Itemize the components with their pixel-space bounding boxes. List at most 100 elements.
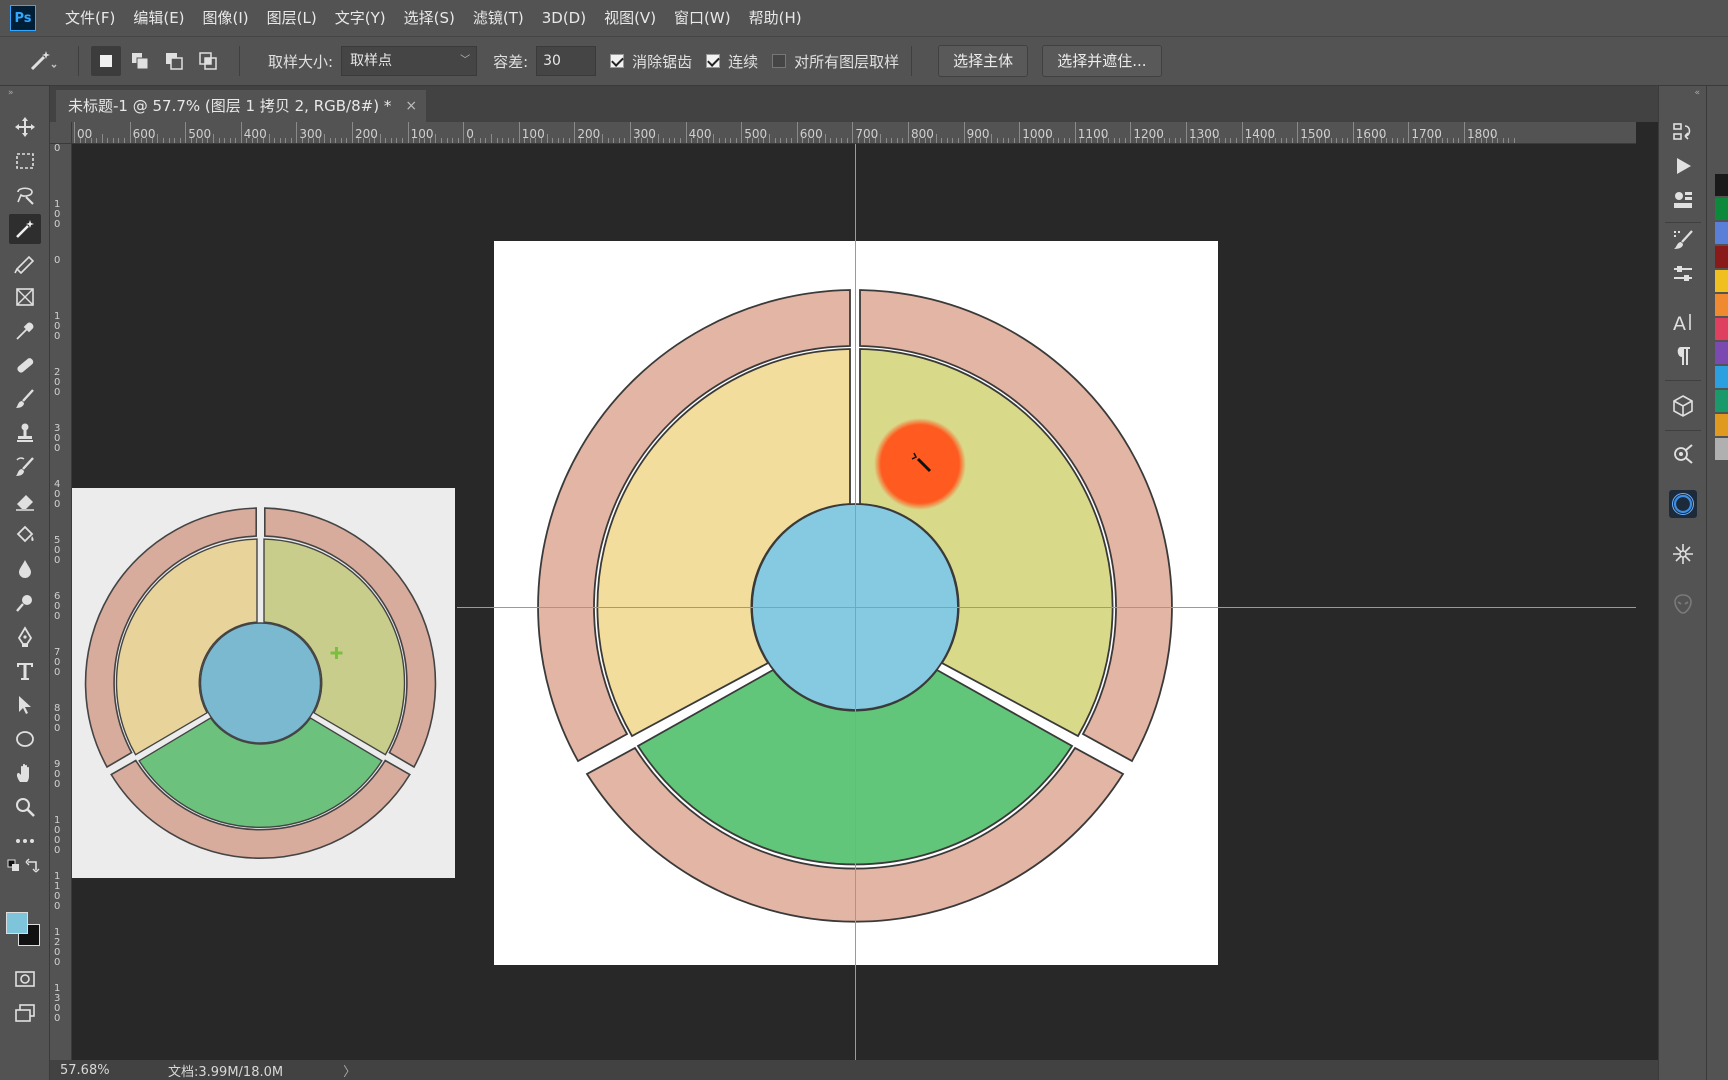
tool-preset-picker[interactable] [20, 41, 66, 81]
new-selection-button[interactable] [91, 46, 121, 76]
menu-help[interactable]: 帮助(H) [740, 0, 811, 36]
close-icon[interactable]: × [405, 90, 417, 122]
ruler-major-tick [685, 122, 687, 143]
zoom-value[interactable]: 57.68% [50, 1063, 120, 1078]
color-swatch[interactable] [1715, 246, 1728, 268]
libraries-panel-button[interactable] [1669, 186, 1697, 214]
default-colors-button[interactable] [6, 856, 44, 878]
anti-alias-label: 消除锯齿 [632, 52, 693, 71]
healing-brush-tool[interactable] [9, 350, 41, 380]
brushes-panel-button[interactable] [1669, 226, 1697, 254]
color-swatch[interactable] [1715, 390, 1728, 412]
screen-mode-button[interactable] [9, 998, 41, 1028]
tolerance-input[interactable]: 30 [536, 46, 597, 76]
paragraph-panel-button[interactable] [1669, 342, 1697, 370]
ruler-major-tick [74, 122, 75, 143]
color-swatch[interactable] [1715, 198, 1728, 220]
canvas-area[interactable] [72, 144, 1636, 1060]
document-tab[interactable]: 未标题-1 @ 57.7% (图层 1 拷贝 2, RGB/8#) * × [56, 90, 426, 122]
anti-alias-checkbox[interactable]: 消除锯齿 [610, 51, 692, 72]
color-swatch[interactable] [1715, 222, 1728, 244]
ruler-label: 500 [188, 127, 212, 141]
sample-all-layers-checkbox[interactable]: 对所有图层取样 [772, 51, 899, 72]
edit-toolbar-button[interactable] [9, 826, 41, 856]
menu-image[interactable]: 图像(I) [194, 0, 258, 36]
path-selection-tool[interactable] [9, 690, 41, 720]
ruler-minor-tick [1002, 138, 1004, 143]
sparkle-panel-button[interactable] [1669, 540, 1697, 568]
select-subject-button[interactable]: 选择主体 [938, 45, 1029, 77]
extension-panel-button[interactable] [1669, 590, 1697, 618]
dodge-icon [16, 595, 32, 612]
brush-tool[interactable] [9, 384, 41, 414]
history-brush-tool[interactable] [9, 452, 41, 482]
menu-file[interactable]: 文件(F) [56, 0, 124, 36]
ruler-origin[interactable] [50, 122, 72, 144]
contiguous-checkbox[interactable]: 连续 [706, 51, 758, 72]
menu-edit[interactable]: 编辑(E) [124, 0, 193, 36]
color-swatch[interactable] [1715, 342, 1728, 364]
3d-panel-button[interactable] [1669, 392, 1697, 420]
ruler-minor-tick [946, 138, 948, 143]
color-wheel-panel-button[interactable] [1669, 490, 1697, 518]
actions-panel-button[interactable] [1669, 152, 1697, 180]
document-canvas[interactable] [494, 241, 1218, 965]
eyedropper-tool[interactable] [9, 316, 41, 346]
vertical-guide[interactable] [855, 144, 856, 1060]
intersect-selection-button[interactable] [193, 46, 223, 76]
crop-tool[interactable] [9, 248, 41, 278]
new-selection-icon [100, 55, 112, 67]
foreground-color-swatch[interactable] [6, 912, 28, 934]
paint-bucket-tool[interactable] [9, 520, 41, 550]
ruler-minor-tick [179, 138, 181, 143]
color-swatch[interactable] [1715, 174, 1728, 196]
menu-filter[interactable]: 滤镜(T) [464, 0, 533, 36]
character-panel-button[interactable]: A [1669, 308, 1697, 336]
subtract-selection-icon [166, 53, 183, 70]
collapse-toolbar-icon[interactable]: » [0, 86, 49, 100]
color-swatch[interactable] [1715, 366, 1728, 388]
adjustments-panel-button[interactable] [1669, 260, 1697, 288]
type-tool[interactable] [9, 656, 41, 686]
dodge-tool[interactable] [9, 588, 41, 618]
clone-stamp-tool[interactable] [9, 418, 41, 448]
swap-colors-icon [7, 858, 40, 873]
chevron-right-icon[interactable]: 〉 [343, 1061, 356, 1080]
vertical-ruler[interactable]: 0 100 0 100 200 300 400 500 600 700 800 900 1000 1100… [50, 144, 72, 1060]
blur-tool[interactable] [9, 554, 41, 584]
ruler-minor-tick [896, 138, 898, 143]
pen-tool[interactable] [9, 622, 41, 652]
add-to-selection-button[interactable] [125, 46, 155, 76]
move-tool[interactable] [9, 112, 41, 142]
horizontal-ruler[interactable]: 00 600 500 400 300 200 100 0 100 200 300 400 500 600 7… [72, 122, 1636, 144]
color-swatch[interactable] [1715, 294, 1728, 316]
menu-window[interactable]: 窗口(W) [665, 0, 740, 36]
color-swatch[interactable] [1715, 318, 1728, 340]
horizontal-guide[interactable] [457, 607, 1636, 608]
menu-view[interactable]: 视图(V) [595, 0, 665, 36]
magic-wand-tool[interactable] [9, 214, 41, 244]
collapse-panels-icon[interactable]: « [1659, 86, 1706, 100]
magic-wand-icon [16, 220, 34, 238]
menu-type[interactable]: 文字(Y) [326, 0, 395, 36]
color-swatch[interactable] [1715, 414, 1728, 436]
quick-mask-button[interactable] [9, 964, 41, 994]
ellipse-tool[interactable] [9, 724, 41, 754]
select-and-mask-button[interactable]: 选择并遮住... [1042, 45, 1162, 77]
frame-tool[interactable] [9, 282, 41, 312]
zoom-tool[interactable] [9, 792, 41, 822]
hand-tool[interactable] [9, 758, 41, 788]
menu-layer[interactable]: 图层(L) [258, 0, 326, 36]
history-panel-button[interactable] [1669, 118, 1697, 146]
menu-3d[interactable]: 3D(D) [533, 0, 595, 36]
color-swatch[interactable] [1715, 438, 1728, 460]
navigator-panel-button[interactable] [1669, 440, 1697, 468]
lasso-tool[interactable] [9, 180, 41, 210]
menu-select[interactable]: 选择(S) [395, 0, 464, 36]
color-swatch[interactable] [1715, 270, 1728, 292]
subtract-from-selection-button[interactable] [159, 46, 189, 76]
options-separator [239, 46, 240, 76]
eraser-tool[interactable] [9, 486, 41, 516]
sample-size-select[interactable]: 取样点 ﹀ [341, 46, 478, 76]
marquee-tool[interactable] [9, 146, 41, 176]
